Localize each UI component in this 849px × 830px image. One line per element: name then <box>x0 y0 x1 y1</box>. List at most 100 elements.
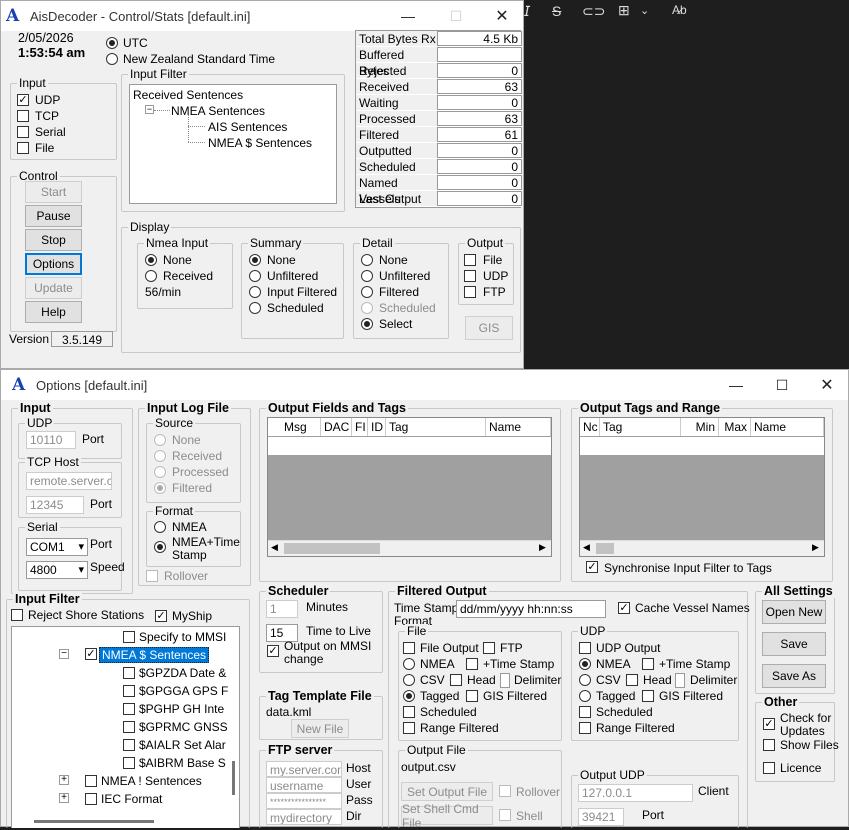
tags-table[interactable]: Nc Tag Min Max Name ◀ ▶ <box>579 417 825 557</box>
file-nmea-radio[interactable] <box>403 658 415 670</box>
tree-item-nmea-dollar[interactable]: NMEA $ Sentences <box>99 647 210 663</box>
col-tag[interactable]: Tag <box>386 418 486 436</box>
nmea-received-radio[interactable] <box>145 270 157 282</box>
tags-hscroll[interactable]: ◀ ▶ <box>580 540 824 556</box>
myship-checkbox[interactable]: ✓ <box>155 610 167 622</box>
speed-dropdown[interactable]: 4800 <box>26 561 88 579</box>
detail-none-radio[interactable] <box>361 254 373 266</box>
save-as-button[interactable]: Save As <box>762 664 826 688</box>
udp-delimiter-input[interactable] <box>675 673 685 688</box>
start-button[interactable]: Start <box>25 181 82 203</box>
tree-item-nmea-dollar[interactable]: NMEA $ Sentences <box>208 136 312 150</box>
file-output-checkbox[interactable] <box>403 642 415 654</box>
tcp-checkbox[interactable] <box>17 110 29 122</box>
update-button[interactable]: Update <box>25 277 82 299</box>
tree-item-pghp[interactable]: $PGHP GH Inte <box>139 702 224 716</box>
summary-scheduled-radio[interactable] <box>249 302 261 314</box>
maximize-icon[interactable]: ☐ <box>759 370 805 400</box>
options-button[interactable]: Options <box>25 253 82 275</box>
fmt-nmea-radio[interactable] <box>154 521 166 533</box>
stop-button[interactable]: Stop <box>25 229 82 251</box>
mmsi-change-checkbox[interactable]: ✓ <box>267 645 279 657</box>
detail-filtered-radio[interactable] <box>361 286 373 298</box>
tree-item-iec[interactable]: IEC Format <box>101 792 162 806</box>
summary-input-filtered-radio[interactable] <box>249 286 261 298</box>
col-tag[interactable]: Tag <box>600 418 681 436</box>
close-icon[interactable]: ✕ <box>804 370 849 400</box>
src-none-radio[interactable] <box>154 434 166 446</box>
file-gis-checkbox[interactable] <box>466 690 478 702</box>
input-filter-tree[interactable]: Received Sentences − NMEA Sentences AIS … <box>129 84 337 204</box>
udp-scheduled-checkbox[interactable] <box>579 706 591 718</box>
detail-scheduled-radio[interactable] <box>361 302 373 314</box>
col-max[interactable]: Max <box>719 418 751 436</box>
minutes-input[interactable]: 1 <box>266 600 298 618</box>
options-titlebar[interactable]: A Options [default.ini] — ☐ ✕ <box>1 370 848 400</box>
udp-timestamp-checkbox[interactable] <box>642 658 654 670</box>
ts-format-input[interactable]: dd/mm/yyyy hh:nn:ss <box>456 600 606 618</box>
tree-collapse-icon[interactable]: − <box>59 649 69 659</box>
decoder-titlebar[interactable]: A AisDecoder - Control/Stats [default.in… <box>1 1 523 31</box>
file-csv-radio[interactable] <box>403 674 415 686</box>
tree-item-gpzda[interactable]: $GPZDA Date & <box>139 666 226 680</box>
help-button[interactable]: Help <box>25 301 82 323</box>
udp-tagged-radio[interactable] <box>579 690 591 702</box>
minimize-icon[interactable]: — <box>385 1 431 31</box>
tree-expand-icon[interactable]: + <box>59 775 69 785</box>
scroll-thumb[interactable] <box>596 543 614 554</box>
oudp-ip-input[interactable]: 127.0.0.1 <box>578 784 693 802</box>
table-icon[interactable]: ⊞ <box>618 2 630 19</box>
tree-item-aialr[interactable]: $AIALR Set Alar <box>139 738 226 752</box>
tree-checkbox[interactable] <box>123 739 135 751</box>
tree-item-received[interactable]: Received Sentences <box>133 88 243 102</box>
sync-checkbox[interactable]: ✓ <box>586 561 598 573</box>
udp-gis-checkbox[interactable] <box>642 690 654 702</box>
summary-none-radio[interactable] <box>249 254 261 266</box>
udp-output-checkbox[interactable] <box>579 642 591 654</box>
nz-time-radio[interactable] <box>106 53 118 65</box>
file-range-checkbox[interactable] <box>403 722 415 734</box>
scroll-left-icon[interactable]: ◀ <box>271 542 278 553</box>
com-port-dropdown[interactable]: COM1 <box>26 538 88 556</box>
show-files-checkbox[interactable] <box>763 739 775 751</box>
nmea-none-radio[interactable] <box>145 254 157 266</box>
close-icon[interactable]: ✕ <box>479 1 525 31</box>
minimize-icon[interactable]: — <box>713 370 759 400</box>
scroll-left-icon[interactable]: ◀ <box>583 542 590 553</box>
out-ftp-checkbox[interactable] <box>464 286 476 298</box>
save-button[interactable]: Save <box>762 632 826 656</box>
tree-checkbox[interactable] <box>123 703 135 715</box>
tree-item-aibrm[interactable]: $AIBRM Base S <box>139 756 226 770</box>
scroll-thumb[interactable] <box>284 543 380 554</box>
col-name[interactable]: Name <box>486 418 551 436</box>
summary-unfiltered-radio[interactable] <box>249 270 261 282</box>
tree-item-gpgga[interactable]: $GPGGA GPS F <box>139 684 228 698</box>
tree-expand-icon[interactable]: + <box>59 793 69 803</box>
tree-item-specify-mmsi[interactable]: Specify to MMSI <box>139 630 226 644</box>
tree-checkbox[interactable]: ✓ <box>85 648 97 660</box>
set-shell-cmd-button[interactable]: Set Shell Cmd File <box>401 802 493 830</box>
file-checkbox[interactable] <box>17 142 29 154</box>
col-dac[interactable]: DAC <box>321 418 352 436</box>
tree-collapse-icon[interactable]: − <box>145 105 154 114</box>
tree-hscroll[interactable] <box>34 820 154 823</box>
tree-checkbox[interactable] <box>123 757 135 769</box>
shell-checkbox[interactable] <box>499 809 511 821</box>
src-received-radio[interactable] <box>154 450 166 462</box>
scroll-right-icon[interactable]: ▶ <box>812 542 819 553</box>
oudp-port-input[interactable]: 39421 <box>578 808 624 826</box>
file-ftp-checkbox[interactable] <box>483 642 495 654</box>
file-scheduled-checkbox[interactable] <box>403 706 415 718</box>
tree-checkbox[interactable] <box>123 721 135 733</box>
col-msg[interactable]: Msg <box>268 418 321 436</box>
pause-button[interactable]: Pause <box>25 205 82 227</box>
open-new-button[interactable]: Open New <box>762 600 826 624</box>
udp-head-checkbox[interactable] <box>626 674 638 686</box>
fields-hscroll[interactable]: ◀ ▶ <box>268 540 551 556</box>
ofile-rollover-checkbox[interactable] <box>499 785 511 797</box>
tree-item-ais[interactable]: AIS Sentences <box>208 120 287 134</box>
chevron-down-icon[interactable]: ⌄ <box>640 4 649 17</box>
col-id[interactable]: ID <box>368 418 386 436</box>
src-processed-radio[interactable] <box>154 466 166 478</box>
col-nc[interactable]: Nc <box>580 418 600 436</box>
